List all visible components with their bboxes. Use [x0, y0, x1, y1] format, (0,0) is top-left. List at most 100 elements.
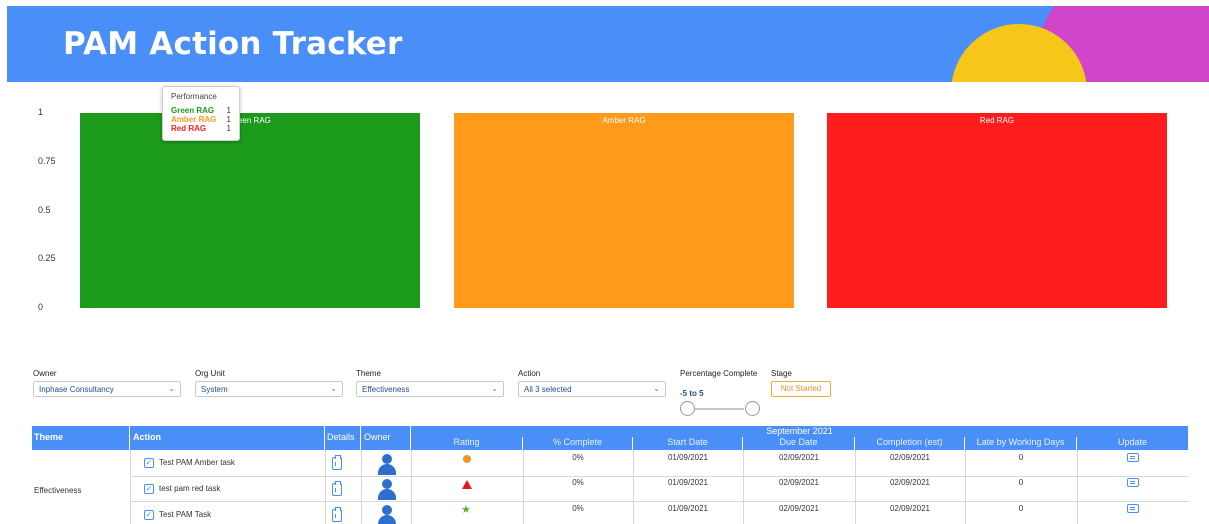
chart-tooltip: Performance Green RAG 1 Amber RAG 1 Red …: [162, 86, 240, 141]
comment-icon[interactable]: [1127, 478, 1139, 487]
y-tick-label: 0.5: [38, 204, 51, 215]
theme-dropdown[interactable]: Effectiveness ⌄: [356, 381, 504, 397]
bar-label: Red RAG: [979, 116, 1015, 125]
app-header: PAM Action Tracker: [7, 6, 1209, 82]
action-filter-label: Action: [518, 369, 541, 378]
clipboard-icon[interactable]: [332, 455, 342, 470]
header-action: Action: [130, 426, 325, 450]
table-row[interactable]: ✓ test pam red task: [144, 484, 220, 494]
y-tick-label: 0.75: [38, 155, 56, 166]
org-unit-dropdown[interactable]: System ⌄: [195, 381, 343, 397]
completion-value: 02/09/2021: [889, 453, 931, 462]
checkbox-icon[interactable]: ✓: [144, 458, 154, 468]
column-divider: [411, 450, 412, 524]
tooltip-row-amber: Amber RAG 1: [171, 115, 231, 124]
percentage-slider[interactable]: [680, 401, 760, 417]
subheader-complete: % Complete: [523, 437, 633, 450]
action-dropdown[interactable]: All 3 selected ⌄: [518, 381, 666, 397]
table-row[interactable]: ✓ Test PAM Task: [144, 510, 211, 520]
checkbox-icon[interactable]: ✓: [144, 510, 154, 520]
bar-label: Amber RAG: [602, 116, 646, 125]
avatar: [376, 478, 398, 500]
actions-table: Theme Action Details Owner September 202…: [32, 426, 1189, 524]
clipboard-icon[interactable]: [332, 507, 342, 522]
tooltip-row-green: Green RAG 1: [171, 106, 231, 115]
start-date-value: 01/09/2021: [667, 504, 709, 513]
chevron-down-icon: ⌄: [653, 384, 660, 393]
tooltip-title: Performance: [171, 92, 217, 101]
theme-cell: Effectiveness: [34, 486, 82, 495]
action-name: Test PAM Amber task: [159, 458, 235, 468]
late-value: 0: [1018, 504, 1024, 513]
bar-amber-rag[interactable]: Amber RAG: [454, 113, 794, 308]
late-value: 0: [1018, 478, 1024, 487]
tooltip-value: 1: [226, 124, 231, 133]
due-date-value: 02/09/2021: [778, 478, 820, 487]
bar-red-rag[interactable]: Red RAG: [827, 113, 1167, 308]
avatar: [376, 504, 398, 524]
subheader-rating: Rating: [411, 437, 523, 450]
action-dropdown-value: All 3 selected: [524, 385, 572, 394]
row-divider: [130, 501, 1189, 502]
column-divider: [361, 450, 362, 524]
completion-value: 02/09/2021: [889, 478, 931, 487]
tooltip-row-red: Red RAG 1: [171, 124, 231, 133]
y-tick-label: 0: [38, 302, 44, 312]
header-theme: Theme: [32, 426, 130, 450]
complete-value: 0%: [572, 478, 584, 487]
percentage-filter: Percentage Complete -5 to 5: [680, 369, 760, 417]
chevron-down-icon: ⌄: [330, 384, 337, 393]
checkbox-icon[interactable]: ✓: [144, 484, 154, 494]
percentage-range-value: -5 to 5: [680, 389, 704, 398]
completion-value: 02/09/2021: [889, 504, 931, 513]
y-tick-label: 0.25: [38, 253, 56, 264]
complete-value: 0%: [572, 504, 584, 513]
owner-filter-label: Owner: [33, 369, 57, 378]
stage-filter: Stage Not Started: [771, 369, 831, 397]
y-tick-label: 1: [38, 107, 44, 117]
comment-icon[interactable]: [1127, 453, 1139, 462]
late-value: 0: [1018, 453, 1024, 462]
action-name: Test PAM Task: [159, 510, 212, 520]
bar-label: Green RAG: [229, 116, 271, 125]
column-divider: [325, 450, 326, 524]
subheader-completion: Completion (est): [855, 437, 965, 450]
subheader-start-date: Start Date: [633, 437, 743, 450]
theme-filter-label: Theme: [356, 369, 381, 378]
tooltip-value: 1: [226, 115, 231, 124]
header-month: September 2021: [411, 426, 1189, 437]
org-unit-dropdown-value: System: [201, 385, 228, 394]
action-filter: Action All 3 selected ⌄: [518, 369, 666, 397]
tooltip-label: Green RAG: [171, 106, 215, 115]
action-name: test pam red task: [159, 484, 221, 494]
rating-red-icon: [462, 480, 472, 489]
complete-value: 0%: [572, 453, 584, 462]
slider-min-handle[interactable]: [680, 401, 695, 416]
rating-green-star-icon: ★: [461, 504, 471, 516]
tooltip-label: Amber RAG: [171, 115, 217, 124]
stage-not-started-button[interactable]: Not Started: [771, 381, 831, 397]
rating-amber-icon: [463, 455, 471, 463]
comment-icon[interactable]: [1127, 504, 1139, 513]
tooltip-label: Red RAG: [171, 124, 207, 133]
header-details: Details: [325, 426, 361, 450]
stage-filter-label: Stage: [771, 369, 792, 378]
chevron-down-icon: ⌄: [168, 384, 175, 393]
page-title: PAM Action Tracker: [63, 26, 403, 62]
slider-max-handle[interactable]: [745, 401, 760, 416]
theme-filter: Theme Effectiveness ⌄: [356, 369, 504, 397]
owner-filter: Owner Inphase Consultancy ⌄: [33, 369, 181, 397]
table-row[interactable]: ✓ Test PAM Amber task: [144, 458, 235, 468]
owner-dropdown-value: Inphase Consultancy: [39, 385, 114, 394]
percentage-filter-label: Percentage Complete: [680, 369, 758, 378]
chevron-down-icon: ⌄: [491, 384, 498, 393]
row-divider: [130, 476, 1189, 477]
owner-dropdown[interactable]: Inphase Consultancy ⌄: [33, 381, 181, 397]
due-date-value: 02/09/2021: [778, 504, 820, 513]
subheader-due-date: Due Date: [743, 437, 855, 450]
subheader-late: Late by Working Days: [965, 437, 1077, 450]
subheader-update: Update: [1077, 437, 1189, 450]
bar-green-rag[interactable]: Green RAG: [80, 113, 420, 308]
clipboard-icon[interactable]: [332, 481, 342, 496]
due-date-value: 02/09/2021: [778, 453, 820, 462]
